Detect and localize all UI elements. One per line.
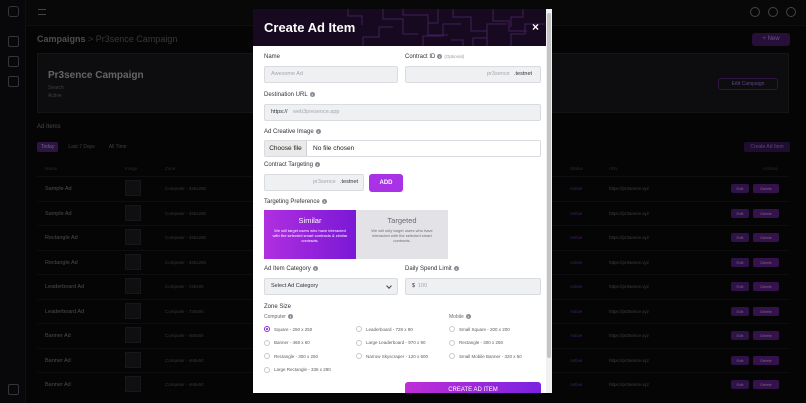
- ad-creative-label: Ad Creative Image i: [264, 129, 321, 135]
- zone-radio[interactable]: [449, 353, 455, 359]
- zone-radio[interactable]: [356, 353, 362, 359]
- scrollbar-thumb[interactable]: [547, 13, 551, 358]
- contract-suffix: .testnet: [514, 71, 533, 77]
- chevron-down-icon: [386, 283, 392, 289]
- computer-label-text: Computer: [264, 314, 286, 320]
- zone-option-label: Large Rectangle - 336 x 280: [274, 367, 331, 372]
- optional-tag: (Optional): [444, 54, 465, 60]
- ad-creative-file-input[interactable]: Choose file No file chosen: [264, 140, 541, 157]
- file-status: No file chosen: [313, 145, 355, 152]
- daily-spend-input[interactable]: $ 100: [405, 278, 541, 295]
- zone-radio[interactable]: [264, 339, 270, 346]
- choose-file-button[interactable]: Choose file: [265, 141, 307, 156]
- info-icon: i: [314, 162, 320, 167]
- zone-radio[interactable]: [264, 326, 270, 332]
- contract-targeting-input[interactable]: pr3sence .testnet: [264, 174, 364, 191]
- zone-option-label: Banner - 468 x 60: [274, 340, 310, 345]
- ad-creative-label-text: Ad Creative Image: [264, 129, 314, 136]
- create-ad-item-button[interactable]: CREATE AD ITEM: [405, 382, 541, 393]
- destination-url-label-text: Destination URL: [264, 92, 308, 99]
- info-icon: i: [287, 314, 293, 320]
- targeting-suffix: .testnet: [340, 179, 359, 185]
- name-label: Name: [264, 54, 281, 60]
- contract-targeting-label-text: Contract Targeting: [264, 162, 313, 169]
- zone-option-label: Narrow Skyscraper - 120 x 600: [366, 353, 429, 359]
- contract-id-label-text: Contract ID: [405, 54, 436, 61]
- info-icon: i: [465, 314, 471, 320]
- zone-radio[interactable]: [449, 326, 455, 332]
- ad-category-label: Ad Item Category i: [264, 266, 318, 272]
- zone-radio[interactable]: [264, 366, 270, 373]
- zone-radio[interactable]: [264, 353, 270, 359]
- targeting-prefix: pr3sence: [313, 179, 336, 185]
- url-placeholder: web3presence.app: [293, 109, 340, 115]
- currency-symbol: $: [412, 283, 416, 289]
- create-ad-item-modal: Create Ad Item × Name Awesome Ad Contrac…: [253, 9, 552, 393]
- name-placeholder: Awesome Ad: [271, 71, 304, 77]
- zone-option-label: Large Leaderboard - 970 x 90: [366, 340, 426, 345]
- name-input[interactable]: Awesome Ad: [264, 66, 398, 83]
- zone-option-label: Small Square - 200 x 200: [459, 326, 510, 332]
- zone-option-label: Rectangle - 300 x 250: [274, 353, 319, 359]
- zone-radio[interactable]: [449, 339, 455, 346]
- daily-spend-label: Daily Spend Limit i: [405, 266, 459, 272]
- url-prefix: https://: [271, 109, 288, 115]
- contract-id-label: Contract ID i (Optional): [405, 54, 464, 60]
- targeted-option[interactable]: Targeted We will only target users who h…: [356, 210, 448, 259]
- spend-placeholder: 100: [418, 283, 428, 289]
- category-value: Select Ad Category: [271, 283, 319, 289]
- add-contract-button[interactable]: ADD: [369, 174, 403, 192]
- computer-label: Computer i: [264, 314, 293, 320]
- modal-body: Name Awesome Ad Contract ID i (Optional) p…: [264, 9, 541, 393]
- daily-spend-label-text: Daily Spend Limit: [405, 266, 452, 273]
- destination-url-label: Destination URL i: [264, 92, 315, 98]
- destination-url-input[interactable]: https:// web3presence.app: [264, 104, 541, 121]
- ad-category-select[interactable]: Select Ad Category: [264, 278, 398, 295]
- info-icon: i: [437, 54, 443, 59]
- similar-description: We will target users who have interacted…: [272, 228, 348, 243]
- similar-title: Similar: [298, 216, 322, 225]
- info-icon: i: [453, 266, 459, 271]
- zone-option-label: Rectangle - 300 x 250: [459, 340, 504, 345]
- targeted-description: We will only target users who have inter…: [371, 228, 433, 243]
- zone-radio[interactable]: [356, 339, 362, 346]
- contract-targeting-label: Contract Targeting i: [264, 162, 320, 168]
- zone-size-label: Zone Size: [264, 304, 292, 310]
- targeting-preference-label-text: Targeting Preference: [264, 199, 320, 206]
- contract-prefix: pr3sence: [487, 71, 510, 77]
- contract-id-input[interactable]: pr3sence .testnet: [405, 66, 541, 83]
- app-page: Campaigns > Pr3sence Campaign + New Pr3s…: [0, 0, 806, 403]
- ad-category-label-text: Ad Item Category: [264, 266, 311, 273]
- targeted-title: Targeted: [387, 216, 417, 225]
- similar-option[interactable]: Similar We will target users who have in…: [264, 210, 356, 259]
- info-icon: i: [312, 266, 318, 271]
- zone-option-label: Square - 250 x 250: [274, 326, 313, 332]
- zone-option-label: Small Mobile Banner - 320 x 50: [459, 353, 522, 359]
- info-icon: i: [321, 199, 327, 204]
- mobile-label: Mobile i: [449, 314, 471, 320]
- mobile-label-text: Mobile: [449, 314, 464, 320]
- targeting-preference-label: Targeting Preference i: [264, 199, 327, 205]
- info-icon: i: [309, 92, 315, 97]
- info-icon: i: [315, 129, 321, 134]
- zone-option-label: Leaderboard - 728 x 90: [366, 326, 413, 332]
- zone-radio[interactable]: [356, 326, 362, 332]
